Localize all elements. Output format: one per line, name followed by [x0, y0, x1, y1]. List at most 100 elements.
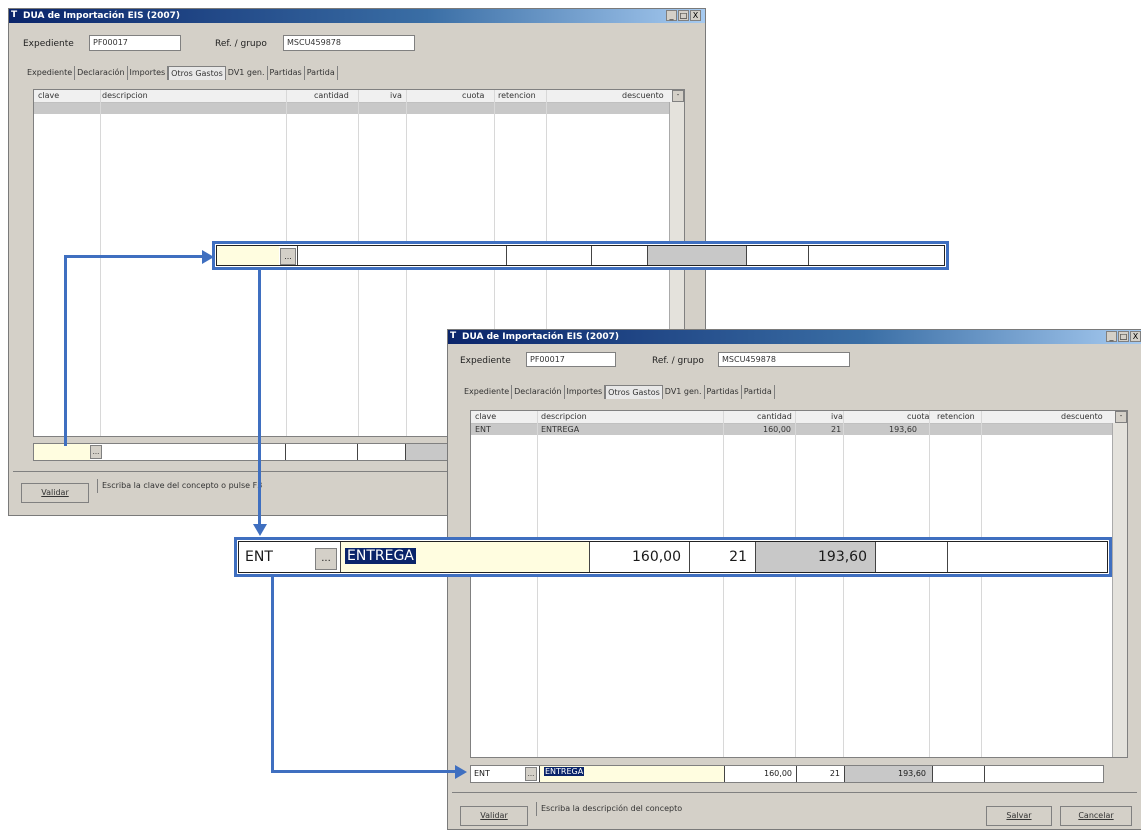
zoom-filled-iva[interactable]: 21: [690, 542, 756, 572]
zoom-empty-lookup-button[interactable]: ...: [280, 248, 296, 265]
col-cantidad[interactable]: cantidad: [314, 90, 349, 102]
connector-line: [258, 270, 261, 526]
tab-declaracion[interactable]: Declaración: [75, 66, 128, 80]
zoom-filled-retencion[interactable]: [876, 542, 948, 572]
arrow-head-icon: [455, 765, 467, 779]
row-cantidad: 160,00: [763, 425, 791, 434]
zoom-filled-cuota[interactable]: 193,60: [756, 542, 876, 572]
zoom-filled-clave[interactable]: ENT: [239, 542, 313, 572]
col-cuota[interactable]: cuota: [907, 411, 929, 423]
cancelar-button[interactable]: Cancelar: [1060, 806, 1132, 826]
tab-expediente[interactable]: Expediente: [25, 66, 76, 80]
tab-partidas[interactable]: Partidas: [268, 66, 305, 80]
front-window-title: DUA de Importación EIS (2007): [462, 332, 619, 342]
front-grid-scrollbar[interactable]: [1112, 423, 1127, 757]
tab-expediente[interactable]: Expediente: [462, 385, 513, 399]
selected-row[interactable]: [34, 103, 684, 114]
arrow-head-icon: [253, 524, 267, 536]
zoom-empty-clave[interactable]: [217, 246, 279, 265]
front-edit-cuota[interactable]: 193,60: [845, 766, 933, 782]
col-clave[interactable]: clave: [475, 411, 496, 423]
close-button[interactable]: X: [690, 10, 701, 21]
zoom-empty-cuota[interactable]: [648, 246, 747, 265]
zoom-empty-iva[interactable]: [592, 246, 648, 265]
back-edit-clave[interactable]: [34, 444, 90, 460]
tab-declaracion[interactable]: Declaración: [512, 385, 565, 399]
back-edit-cantidad[interactable]: [286, 444, 358, 460]
selected-row[interactable]: ENT ENTREGA 160,00 21 193,60: [471, 424, 1127, 435]
back-window-controls: _ □ X: [665, 10, 701, 21]
col-iva[interactable]: iva: [831, 411, 843, 423]
column-menu-button[interactable]: -: [1115, 411, 1127, 423]
front-edit-cantidad[interactable]: 160,00: [725, 766, 797, 782]
col-clave[interactable]: clave: [38, 90, 59, 102]
ref-grupo-label: Ref. / grupo: [215, 39, 267, 49]
zoom-filled-descripcion[interactable]: ENTREGA: [340, 542, 590, 572]
col-retencion[interactable]: retencion: [937, 411, 975, 423]
back-lookup-button[interactable]: ...: [90, 445, 102, 459]
front-edit-iva[interactable]: 21: [797, 766, 845, 782]
front-edit-descuento[interactable]: [985, 766, 1103, 782]
back-window-title: DUA de Importación EIS (2007): [23, 11, 180, 21]
ref-grupo-label: Ref. / grupo: [652, 356, 704, 366]
zoom-empty-cantidad[interactable]: [507, 246, 592, 265]
row-clave: ENT: [475, 425, 491, 434]
zoom-empty-descuento[interactable]: [809, 246, 944, 265]
front-edit-descripcion-text: ENTREGA: [544, 767, 585, 776]
back-edit-iva[interactable]: [358, 444, 406, 460]
front-validar-button[interactable]: Validar: [460, 806, 528, 826]
tab-importes[interactable]: Importes: [565, 385, 606, 399]
tab-partida[interactable]: Partida: [305, 66, 338, 80]
back-validar-button[interactable]: Validar: [21, 483, 89, 503]
ref-grupo-field[interactable]: MSCU459878: [283, 35, 415, 51]
connector-line: [271, 770, 457, 773]
col-descuento[interactable]: descuento: [1061, 411, 1103, 423]
maximize-button[interactable]: □: [1118, 331, 1129, 342]
app-icon: T: [11, 10, 18, 20]
app-icon: T: [450, 331, 457, 341]
minimize-button[interactable]: _: [666, 10, 677, 21]
zoom-empty-retencion[interactable]: [747, 246, 809, 265]
zoom-filled-lookup-button[interactable]: ...: [315, 548, 337, 570]
salvar-button[interactable]: Salvar: [986, 806, 1052, 826]
tab-dv1-gen[interactable]: DV1 gen.: [663, 385, 705, 399]
front-edit-clave[interactable]: ENT: [471, 766, 523, 782]
minimize-button[interactable]: _: [1106, 331, 1117, 342]
front-edit-clave-text: ENT: [474, 769, 490, 778]
expediente-label: Expediente: [23, 39, 74, 49]
maximize-button[interactable]: □: [678, 10, 689, 21]
connector-line: [271, 577, 274, 773]
col-retencion[interactable]: retencion: [498, 90, 536, 102]
zoom-filled-cantidad[interactable]: 160,00: [590, 542, 690, 572]
tab-partidas[interactable]: Partidas: [705, 385, 742, 399]
col-descripcion[interactable]: descripcion: [102, 90, 148, 102]
col-cuota[interactable]: cuota: [462, 90, 484, 102]
zoom-filled-descuento[interactable]: [948, 542, 1109, 572]
connector-line: [64, 256, 67, 446]
expediente-field[interactable]: PF00017: [89, 35, 181, 51]
front-edit-row: ENT ... ENTREGA 160,00 21 193,60: [470, 765, 1104, 783]
expediente-field[interactable]: PF00017: [526, 352, 616, 367]
col-descuento[interactable]: descuento: [622, 90, 664, 102]
zoom-edit-row-empty: ...: [212, 241, 949, 270]
column-menu-button[interactable]: -: [672, 90, 684, 102]
ref-grupo-field[interactable]: MSCU459878: [718, 352, 850, 367]
col-iva[interactable]: iva: [390, 90, 402, 102]
tab-importes[interactable]: Importes: [128, 66, 169, 80]
back-window-titlebar: T DUA de Importación EIS (2007): [9, 9, 705, 23]
zoom-empty-descripcion[interactable]: [297, 246, 507, 265]
tab-otros-gastos[interactable]: Otros Gastos: [605, 385, 663, 399]
col-descripcion[interactable]: descripcion: [541, 411, 587, 423]
col-cantidad[interactable]: cantidad: [757, 411, 792, 423]
close-button[interactable]: X: [1130, 331, 1141, 342]
tab-partida[interactable]: Partida: [742, 385, 775, 399]
zoom-filled-descripcion-text: ENTREGA: [345, 548, 416, 564]
back-status-text: Escriba la clave del concepto o pulse F3: [97, 479, 262, 493]
front-edit-descripcion[interactable]: ENTREGA: [539, 766, 725, 782]
front-lookup-button[interactable]: ...: [525, 767, 537, 781]
tab-dv1-gen[interactable]: DV1 gen.: [226, 66, 268, 80]
front-window-controls: _ □ X: [1105, 331, 1141, 342]
tab-otros-gastos[interactable]: Otros Gastos: [168, 66, 226, 80]
front-edit-retencion[interactable]: [933, 766, 985, 782]
back-tab-bar: Expediente Declaración Importes Otros Ga…: [25, 66, 338, 80]
